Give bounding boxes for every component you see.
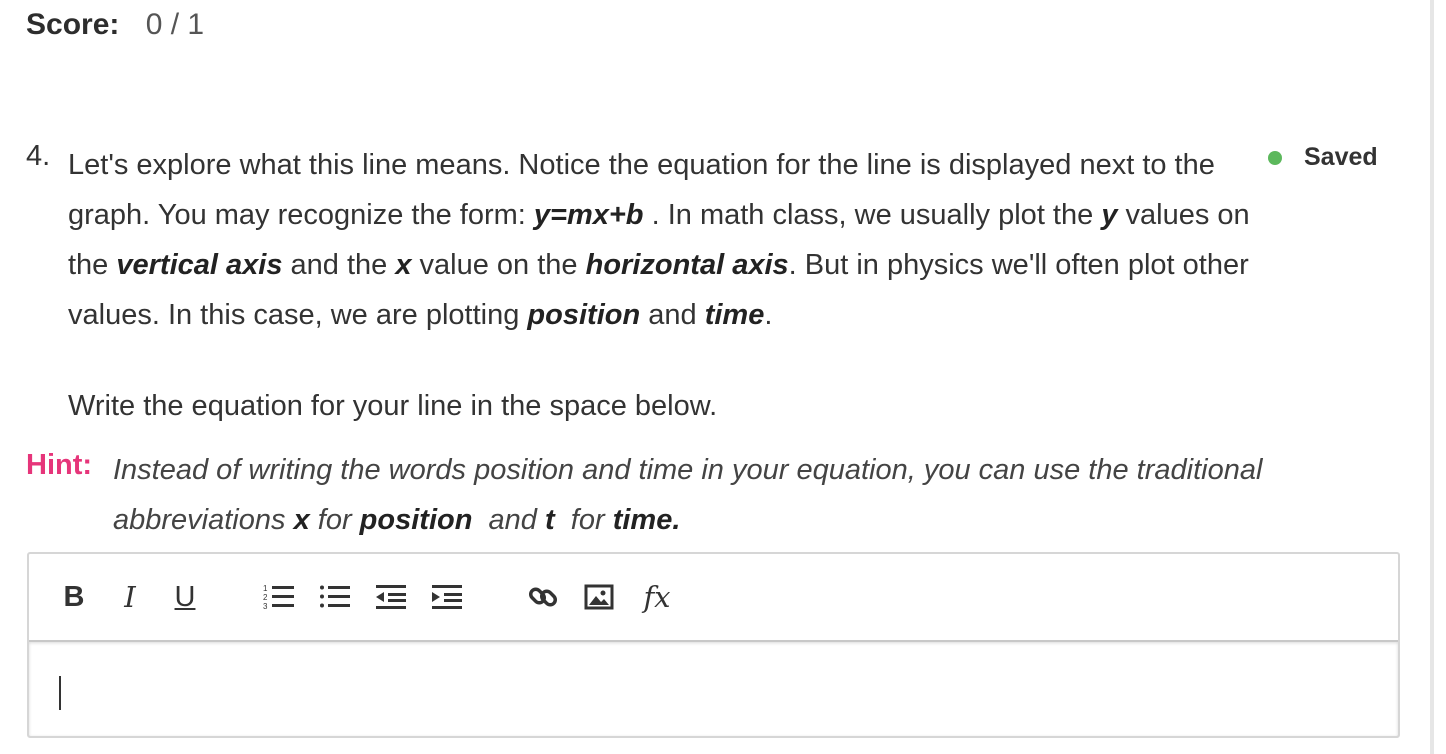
question-number: 4.: [26, 140, 51, 172]
underline-button[interactable]: U: [169, 580, 201, 614]
indent-icon: [432, 585, 462, 609]
hint-text: Instead of writing the words position an…: [113, 454, 1263, 536]
ordered-list-icon: 1 2 3: [263, 584, 294, 611]
link-icon: [528, 587, 558, 607]
italic-button[interactable]: I: [115, 580, 145, 614]
formula-button[interactable]: fx: [637, 580, 677, 614]
image-button[interactable]: [581, 580, 617, 614]
score-display: Score: 0 / 1: [26, 8, 204, 42]
write-prompt: Write the equation for your line in the …: [68, 390, 718, 422]
question-text: Let's explore what this line means. Noti…: [68, 149, 1250, 331]
bold-button[interactable]: B: [59, 580, 89, 614]
image-icon: [584, 584, 614, 610]
outdent-icon: [376, 585, 406, 609]
editor-toolbar: B I U 1 2 3 fx: [29, 554, 1398, 642]
outdent-button[interactable]: [373, 580, 409, 614]
score-value: 0 / 1: [145, 8, 205, 41]
score-label: Score:: [26, 8, 120, 41]
hint-label: Hint:: [26, 449, 93, 481]
svg-text:1: 1: [263, 584, 268, 593]
page-right-border: [1430, 0, 1434, 754]
svg-text:3: 3: [263, 602, 268, 611]
ordered-list-button[interactable]: 1 2 3: [261, 580, 297, 614]
indent-button[interactable]: [429, 580, 465, 614]
saved-label: Saved: [1304, 143, 1378, 171]
saved-status-dot-icon: [1268, 150, 1282, 165]
rich-text-editor: B I U 1 2 3 fx: [27, 552, 1400, 738]
svg-text:2: 2: [263, 593, 268, 602]
equation-form: y=mx+b: [533, 199, 644, 231]
text-caret: [59, 676, 61, 710]
saved-status: Saved: [1268, 143, 1378, 172]
unordered-list-icon: [320, 585, 350, 608]
unordered-list-button[interactable]: [317, 580, 353, 614]
link-button[interactable]: [525, 580, 561, 614]
answer-input[interactable]: [29, 642, 1398, 736]
